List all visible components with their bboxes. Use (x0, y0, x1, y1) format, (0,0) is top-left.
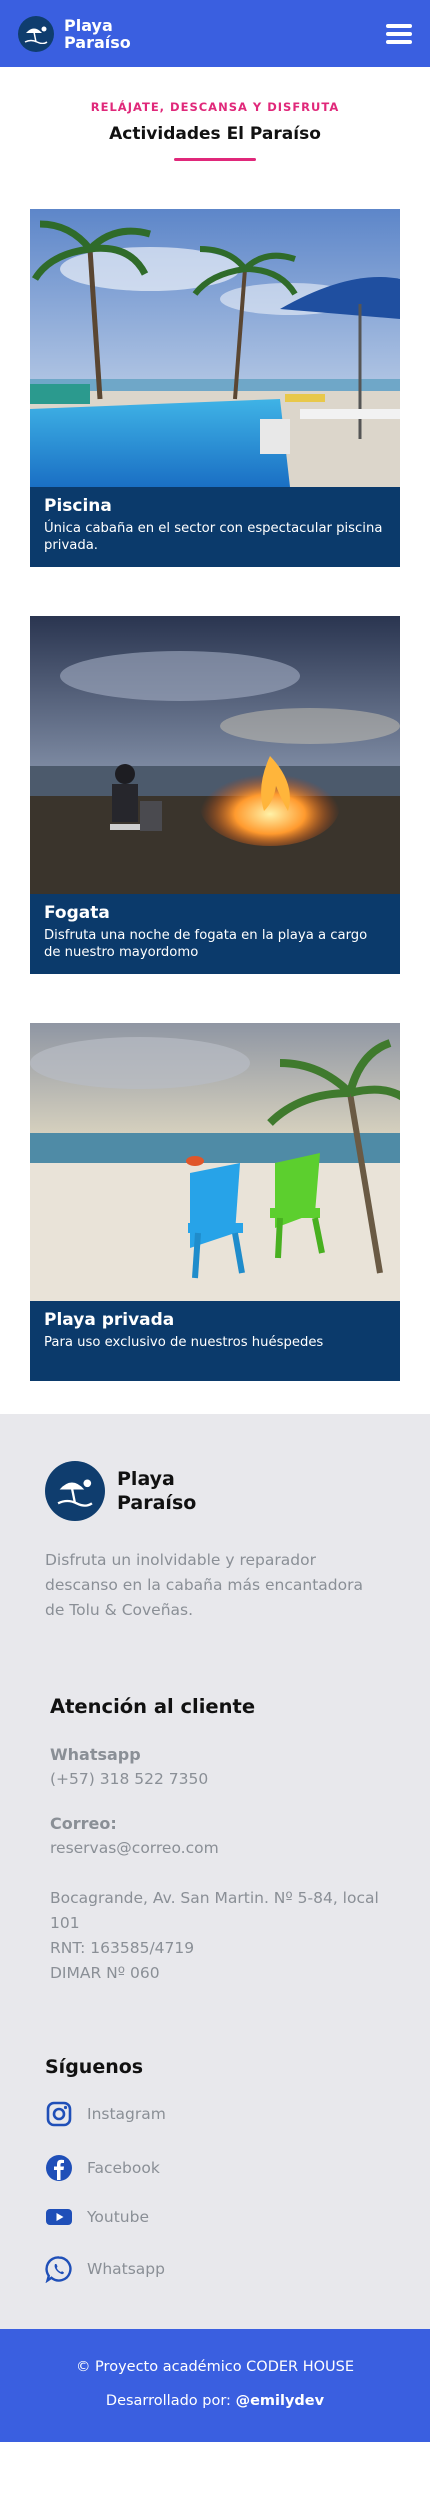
beach-umbrella-icon (45, 1461, 105, 1521)
footer-brand-line1: Playa (117, 1468, 175, 1490)
whatsapp-label: Whatsapp (50, 1745, 141, 1764)
card-title: Piscina (44, 496, 112, 516)
dimar-text: DIMAR Nº 060 (50, 1964, 160, 1982)
youtube-icon (46, 2209, 72, 2225)
email-contact: Correo: reservas@correo.com (50, 1812, 380, 1860)
card-text: Para uso exclusivo de nuestros huéspedes (44, 1335, 324, 1350)
top-navbar: Playa Paraíso (0, 0, 430, 67)
customer-support: Atención al cliente Whatsapp (+57) 318 5… (0, 1623, 430, 1986)
activity-cards: Piscina Única cabaña en el sector con es… (0, 161, 430, 1381)
card-title: Playa privada (44, 1310, 175, 1330)
follow-title: Síguenos (45, 2056, 144, 2078)
beach-umbrella-icon (18, 15, 54, 52)
copyright-text: © Proyecto académico CODER HOUSE (75, 2359, 355, 2375)
social-section: Síguenos Instagram Facebook Youtube What… (0, 1986, 430, 2329)
developer-handle-link[interactable]: @emilydev (236, 2393, 325, 2409)
footer-info: Playa Paraíso Disfruta un inolvidable y … (0, 1414, 430, 2329)
facebook-icon (46, 2155, 72, 2181)
private-beach-photo (30, 1023, 400, 1301)
developer-prefix: Desarrollado por: (105, 2393, 236, 2409)
footer-brand-line2: Paraíso (117, 1492, 197, 1514)
card-caption: Piscina Única cabaña en el sector con es… (30, 487, 400, 567)
address-text: Bocagrande, Av. San Martin. Nº 5-84, loc… (50, 1889, 379, 1932)
pool-photo (30, 209, 400, 487)
bonfire-photo (30, 616, 400, 894)
support-title: Atención al cliente (50, 1695, 256, 1718)
brand-line2: Paraíso (64, 32, 131, 52)
social-link-facebook[interactable]: Facebook (45, 2154, 385, 2182)
activity-card-piscina: Piscina Única cabaña en el sector con es… (30, 209, 400, 567)
hamburger-menu-icon[interactable] (386, 23, 412, 44)
credits-bar: © Proyecto académico CODER HOUSE Desarro… (0, 2329, 430, 2442)
social-label: Instagram (87, 2105, 166, 2123)
instagram-icon (46, 2101, 72, 2127)
section-eyebrow: RELÁJATE, DESCANSA Y DISFRUTA (90, 100, 340, 114)
activity-card-playa-privada: Playa privada Para uso exclusivo de nues… (30, 1023, 400, 1381)
whatsapp-number[interactable]: (+57) 318 522 7350 (50, 1767, 380, 1791)
address-block: Bocagrande, Av. San Martin. Nº 5-84, loc… (50, 1886, 380, 1986)
card-text: Disfruta una noche de fogata en la playa… (44, 928, 368, 960)
social-link-youtube[interactable]: Youtube (45, 2203, 385, 2231)
footer-brand-name: Playa Paraíso (117, 1467, 196, 1515)
footer-description: Disfruta un inolvidable y reparador desc… (45, 1551, 363, 1619)
social-label: Whatsapp (87, 2260, 165, 2278)
developer-credit: Desarrollado por: @emilydev (0, 2393, 430, 2409)
rnt-text: RNT: 163585/4719 (50, 1939, 195, 1957)
activity-card-fogata: Fogata Disfruta una noche de fogata en l… (30, 616, 400, 974)
whatsapp-contact: Whatsapp (+57) 318 522 7350 (50, 1743, 380, 1791)
brand-link[interactable]: Playa Paraíso (18, 15, 131, 52)
card-caption: Fogata Disfruta una noche de fogata en l… (30, 894, 400, 974)
social-link-instagram[interactable]: Instagram (45, 2100, 385, 2128)
section-title: Actividades El Paraíso (109, 124, 321, 144)
card-caption: Playa privada Para uso exclusivo de nues… (30, 1301, 400, 1381)
social-link-whatsapp[interactable]: Whatsapp (45, 2255, 385, 2283)
footer-brand[interactable]: Playa Paraíso (0, 1461, 430, 1521)
social-label: Youtube (87, 2208, 149, 2226)
card-title: Fogata (44, 903, 110, 923)
brand-name: Playa Paraíso (64, 17, 131, 51)
email-address[interactable]: reservas@correo.com (50, 1836, 380, 1860)
brand-line1: Playa (64, 15, 113, 35)
email-label: Correo: (50, 1814, 117, 1833)
social-label: Facebook (87, 2159, 160, 2177)
whatsapp-icon (45, 2256, 72, 2283)
card-text: Única cabaña en el sector con espectacul… (44, 521, 383, 553)
activities-intro: RELÁJATE, DESCANSA Y DISFRUTA Actividade… (0, 67, 430, 161)
